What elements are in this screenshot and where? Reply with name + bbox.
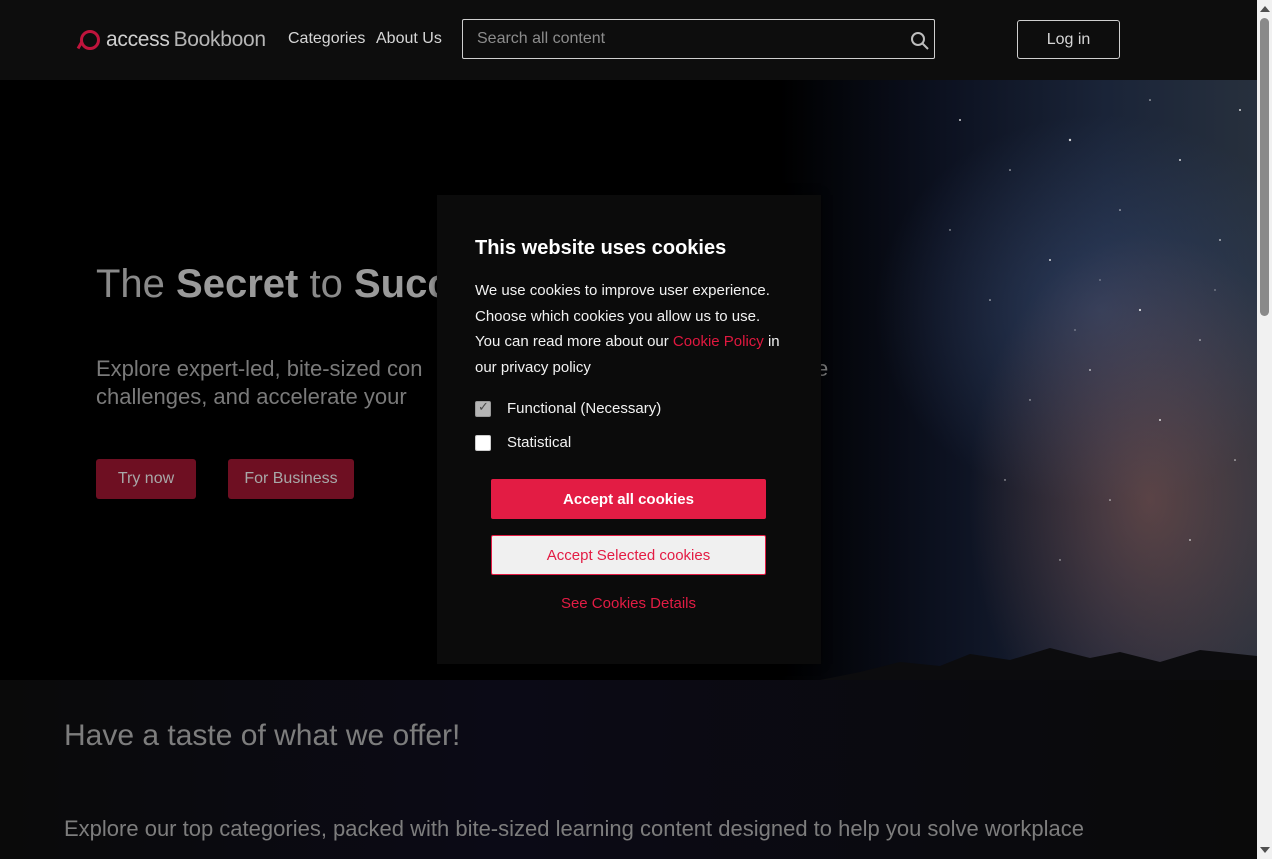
search-box bbox=[462, 19, 935, 59]
page-scrollbar[interactable] bbox=[1257, 0, 1272, 859]
site-header: accessBookboon Categories About Us Log i… bbox=[0, 0, 1257, 80]
search-input[interactable] bbox=[475, 29, 899, 49]
scroll-up-arrow-icon[interactable] bbox=[1260, 6, 1270, 12]
offer-heading: Have a taste of what we offer! bbox=[64, 719, 461, 752]
accept-all-cookies-button[interactable]: Accept all cookies bbox=[491, 479, 766, 519]
offer-description: Explore our top categories, packed with … bbox=[64, 816, 1084, 841]
access-bookboon-logo[interactable]: access Bookboon bbox=[80, 26, 266, 54]
cookie-modal-text: We use cookies to improve user experienc… bbox=[475, 282, 780, 377]
scroll-down-arrow-icon[interactable] bbox=[1260, 847, 1270, 853]
for-business-button[interactable]: For Business bbox=[228, 459, 354, 499]
nav-categories[interactable]: Categories bbox=[288, 30, 365, 48]
see-cookie-details-link[interactable]: See Cookies Details bbox=[491, 595, 766, 612]
statistical-cookie-option: Statistical bbox=[475, 434, 571, 451]
login-button[interactable]: Log in bbox=[1017, 20, 1120, 59]
logo-ring-icon bbox=[80, 30, 100, 50]
statistical-checkbox[interactable] bbox=[475, 434, 491, 451]
search-icon[interactable] bbox=[910, 31, 930, 51]
mountain-silhouette bbox=[820, 648, 1257, 680]
scroll-thumb[interactable] bbox=[1260, 18, 1269, 316]
functional-cookie-option: Functional (Necessary) bbox=[475, 400, 661, 417]
cookie-consent-modal: This website uses cookies We use cookies… bbox=[437, 195, 821, 664]
cookie-policy-link[interactable]: Cookie Policy bbox=[673, 333, 764, 350]
logo-word-bookboon: Bookboon bbox=[173, 28, 266, 51]
functional-checkbox[interactable] bbox=[475, 400, 491, 417]
try-now-button[interactable]: Try now bbox=[96, 459, 196, 499]
hero-title: The Secret to Succe bbox=[96, 262, 472, 306]
accept-selected-cookies-button[interactable]: Accept Selected cookies bbox=[491, 535, 766, 575]
cookie-modal-title: This website uses cookies bbox=[475, 237, 727, 259]
nav-about-us[interactable]: About Us bbox=[376, 30, 442, 48]
logo-word-access: access bbox=[106, 28, 170, 51]
